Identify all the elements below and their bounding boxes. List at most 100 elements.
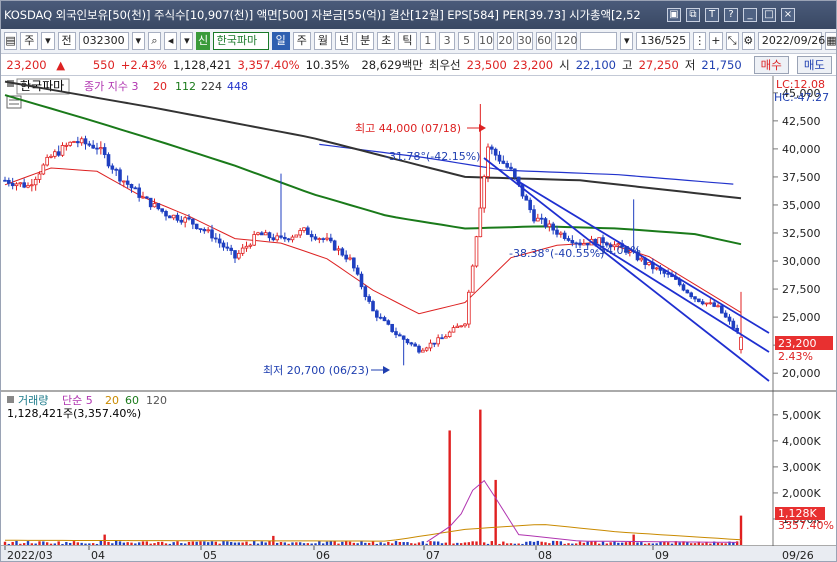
chart-area[interactable]: 한국파마 종가 지수 3 20 112 224 448 45,000 42,500…	[1, 76, 837, 562]
volume-bar	[61, 543, 64, 545]
candle-body	[378, 316, 383, 319]
volume-bar	[153, 543, 156, 545]
count-field[interactable]: 136/525	[636, 32, 691, 50]
candle-body	[490, 146, 494, 150]
interval-dropdown-icon[interactable]: ▾	[620, 32, 634, 50]
volume-bar	[360, 541, 363, 545]
volume-bar	[364, 542, 367, 545]
candle-body	[727, 316, 732, 322]
interval-30[interactable]: 30	[516, 32, 533, 50]
interval-20[interactable]: 20	[497, 32, 514, 50]
legend-ma20: 20	[153, 80, 167, 93]
period-tab-year[interactable]: 년	[335, 32, 354, 50]
date-field[interactable]: 2022/09/26	[757, 32, 825, 50]
volume-bar	[145, 541, 149, 545]
maximize-icon[interactable]: □	[762, 8, 776, 22]
volume-bar	[15, 540, 18, 545]
volume-bar	[3, 541, 7, 545]
link-icon[interactable]: ⧉	[686, 8, 700, 22]
candle-body	[302, 227, 306, 231]
candle-body	[386, 320, 391, 325]
ask-price: 23,500	[466, 57, 507, 72]
volume-bar	[134, 543, 137, 545]
price-tick-label: 35,000	[782, 199, 821, 212]
candle-body	[451, 327, 456, 333]
pin-icon[interactable]: T	[705, 8, 719, 22]
grid-icon[interactable]: ⋮	[693, 32, 707, 50]
candle-body	[566, 238, 571, 241]
period-tab-week[interactable]: 주	[292, 32, 311, 50]
chart-svg[interactable]: 한국파마 종가 지수 3 20 112 224 448 45,00042,500…	[1, 76, 837, 562]
volume-bar	[436, 541, 440, 545]
interval-120[interactable]: 120	[555, 32, 578, 50]
toolbar: ▤ 주 ▾ 전 032300 ▾ ⌕ ◂ ▾ 신 한국파마 일 주 월 년 분 …	[1, 29, 836, 54]
candle-body	[654, 267, 659, 270]
volume-bar	[398, 541, 402, 545]
interval-10[interactable]: 10	[477, 32, 495, 50]
volume-bar	[295, 542, 298, 545]
candle-body	[41, 164, 46, 175]
close-icon[interactable]: ×	[781, 8, 795, 22]
candle-body	[156, 203, 161, 210]
zoom-in-icon[interactable]: +	[709, 32, 723, 50]
volume-bar	[103, 534, 106, 545]
volume-bar	[716, 542, 720, 545]
volume-bar	[490, 541, 494, 545]
interval-3[interactable]: 3	[438, 32, 456, 50]
candle-body	[371, 301, 375, 312]
candle-body	[708, 302, 713, 305]
volume-bar	[226, 541, 229, 545]
sound-icon[interactable]: ◂	[164, 32, 178, 50]
period-tab-month[interactable]: 월	[313, 32, 333, 50]
interval-5[interactable]: 5	[458, 32, 475, 50]
calendar-icon[interactable]: ▦	[824, 32, 836, 50]
volume-bar	[222, 541, 225, 545]
type-select[interactable]: 주	[20, 32, 39, 50]
legend-ma-title: 종가 지수 3	[84, 80, 138, 93]
volume-bar	[195, 541, 198, 545]
sound-dropdown-icon[interactable]: ▾	[180, 32, 194, 50]
period-select[interactable]: 전	[57, 32, 76, 50]
period-tab-second[interactable]: 초	[377, 32, 396, 50]
help-icon[interactable]: ?	[724, 8, 738, 22]
candle-body	[3, 179, 7, 182]
volume-bar	[291, 542, 294, 545]
volume-bar	[467, 542, 471, 545]
volume-bar	[701, 543, 704, 545]
volume-bar	[624, 542, 628, 545]
code-dropdown-icon[interactable]: ▾	[131, 32, 145, 50]
stock-code-input[interactable]: 032300	[78, 32, 129, 50]
candle-body	[309, 234, 314, 238]
period-tab-day[interactable]: 일	[271, 32, 290, 50]
volume-bar	[394, 541, 398, 545]
custom-interval-input[interactable]	[580, 32, 618, 50]
candle-body	[405, 338, 410, 344]
candle-body	[244, 245, 249, 249]
volume-bar	[241, 542, 244, 545]
crosshair-icon[interactable]: ⤡	[725, 32, 739, 50]
window-layout-icon[interactable]: ▣	[667, 8, 681, 22]
interval-1[interactable]: 1	[419, 32, 436, 50]
buy-button[interactable]: 매수	[753, 55, 789, 74]
volume-bar	[551, 540, 555, 545]
interval-60[interactable]: 60	[535, 32, 553, 50]
volume-bar	[76, 542, 80, 545]
period-tab-minute[interactable]: 분	[356, 32, 375, 50]
stock-name-field[interactable]: 한국파마	[212, 32, 269, 50]
minimize-icon[interactable]: _	[743, 8, 757, 22]
settings-icon[interactable]: ⚙	[741, 32, 755, 50]
candle-body	[536, 217, 540, 222]
type-dropdown-icon[interactable]: ▾	[41, 32, 55, 50]
grid-menu-icon[interactable]: ▤	[4, 32, 18, 50]
x-axis-label: 06	[316, 549, 330, 562]
period-tab-tick[interactable]: 틱	[398, 32, 417, 50]
current-price: 23,200	[6, 57, 47, 72]
search-icon[interactable]: ⌕	[147, 32, 162, 50]
candle-body	[559, 232, 563, 235]
candle-body	[685, 289, 690, 294]
candle-body	[198, 228, 203, 231]
volume-bar	[176, 541, 179, 545]
volume-bar	[563, 543, 566, 545]
sell-button[interactable]: 매도	[796, 55, 832, 74]
volume-bar	[252, 540, 256, 545]
